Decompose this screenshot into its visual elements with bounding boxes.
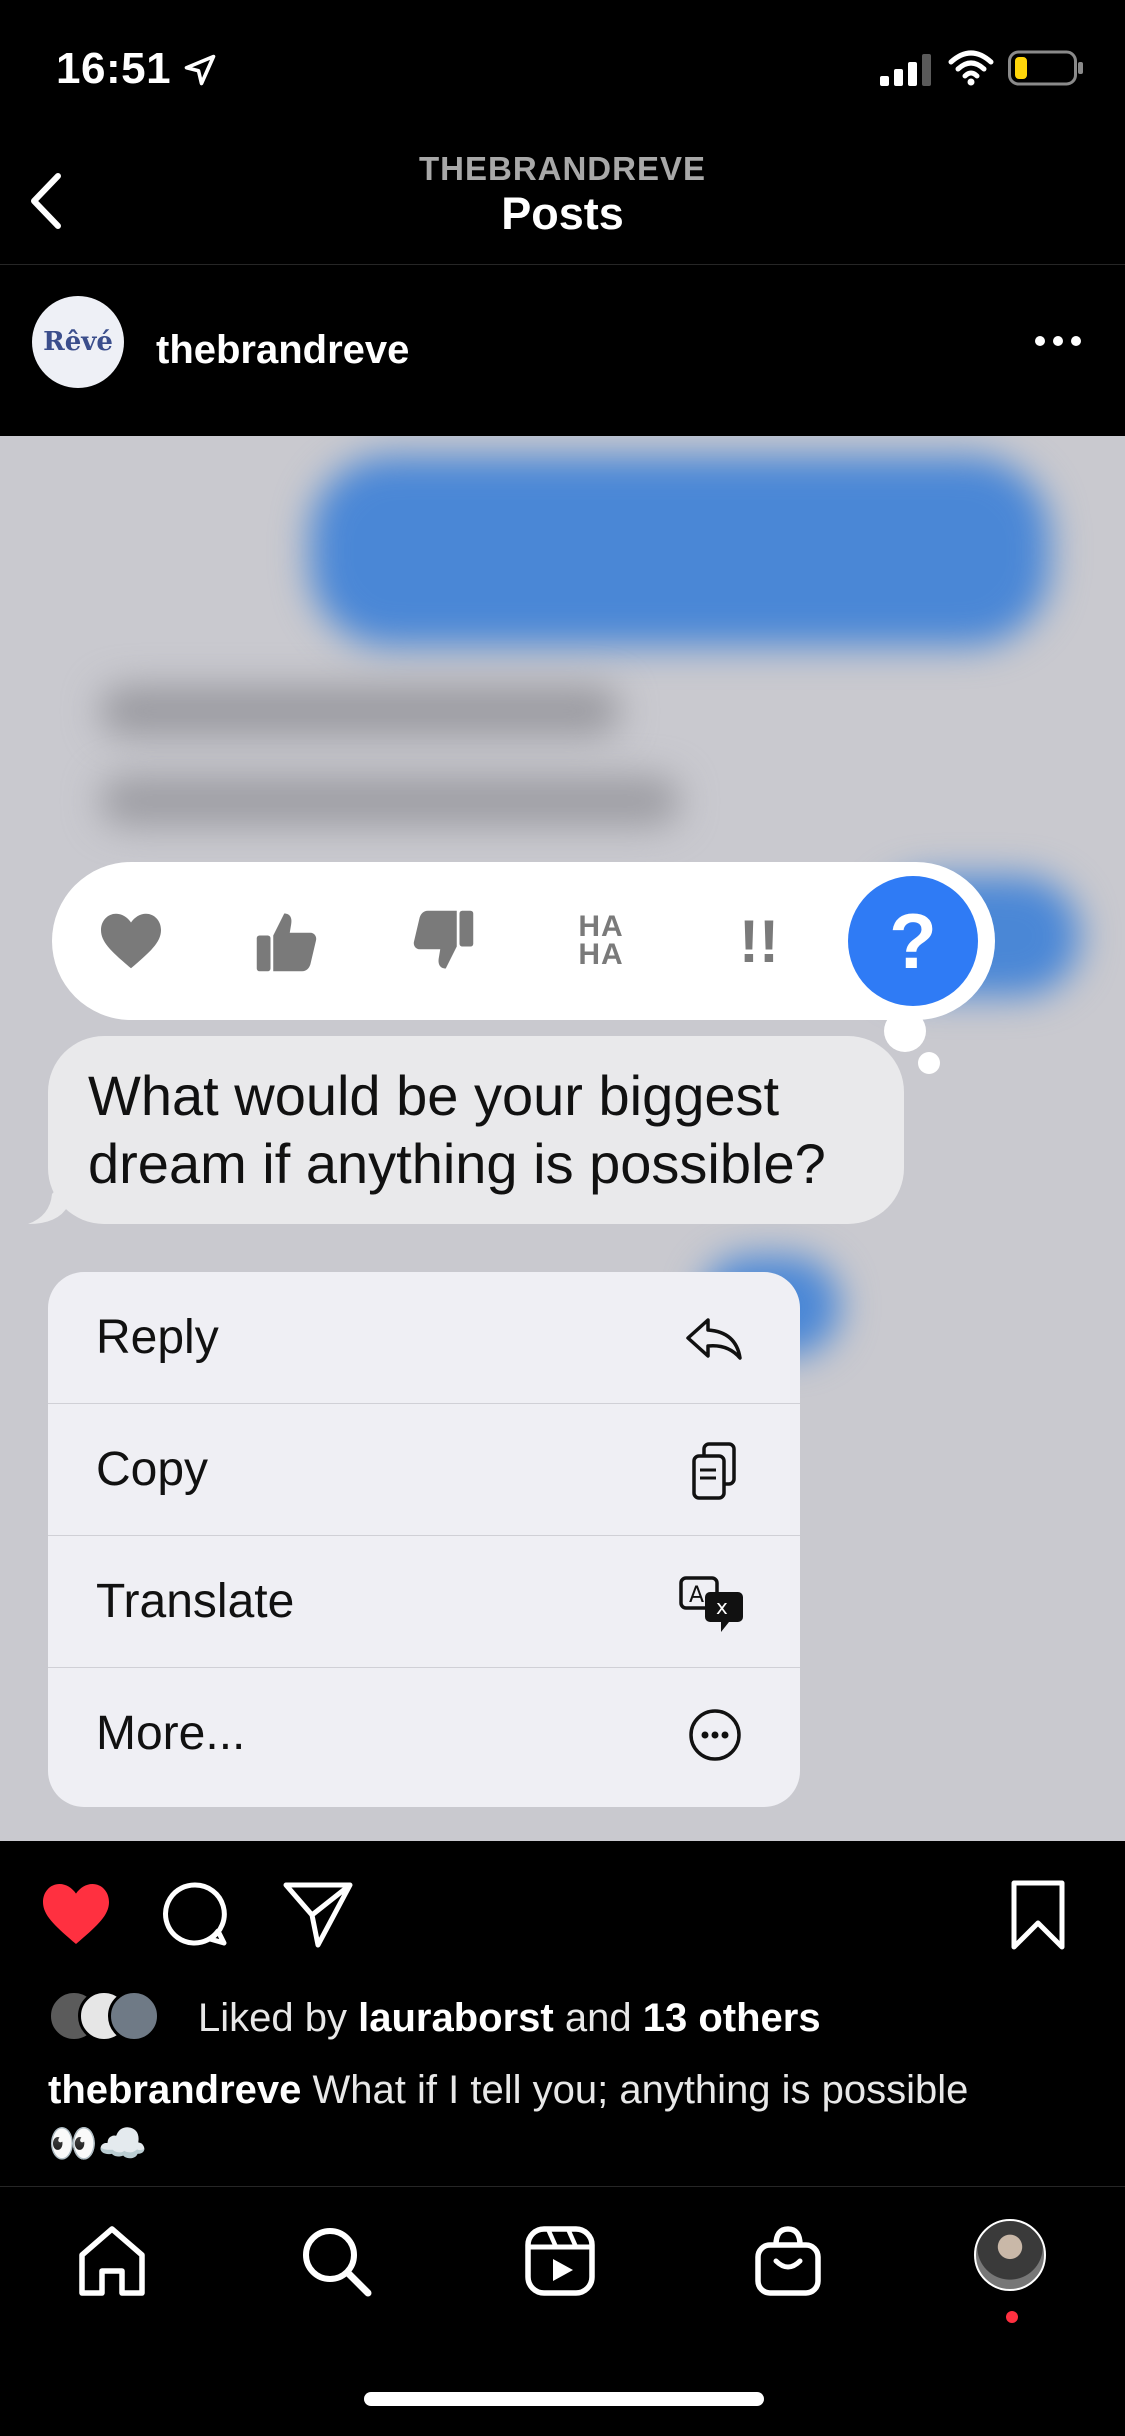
thumbs-down-reaction[interactable]	[400, 898, 486, 984]
heart-icon	[101, 913, 161, 969]
blurred-text-line	[100, 686, 620, 736]
profile-avatar[interactable]	[974, 2219, 1046, 2291]
liker-username[interactable]: lauraborst	[358, 1996, 554, 2040]
caption-emojis: 👀☁️	[48, 2122, 148, 2167]
page-title: Posts	[501, 188, 624, 239]
haha-icon: HA HA	[578, 910, 624, 971]
post-actions	[0, 1841, 1125, 1981]
status-time: 16:51	[56, 44, 172, 93]
wifi-icon	[948, 50, 994, 86]
bottom-tab-bar	[0, 2187, 1125, 2337]
avatar-logo-text: Rêvé	[43, 327, 113, 357]
shop-bag-icon[interactable]	[750, 2223, 826, 2299]
thumbs-up-icon	[256, 913, 317, 972]
translate-icon: A x	[679, 1576, 743, 1632]
heart-reaction[interactable]	[88, 898, 174, 984]
status-bar: 16:51	[0, 0, 1125, 140]
post-caption: thebrandreve What if I tell you; anythin…	[48, 2064, 1088, 2170]
header-username: THEBRANDREVE	[418, 150, 707, 187]
message-line: What would be your biggest	[88, 1064, 780, 1127]
caption-author[interactable]: thebrandreve	[48, 2068, 301, 2112]
like-heart-icon[interactable]	[40, 1881, 112, 1947]
thumbs-down-icon	[413, 910, 474, 969]
likes-text: Liked by lauraborst and 13 others	[198, 1996, 821, 2041]
thought-bubble-dot	[918, 1052, 940, 1074]
exclamation-reaction[interactable]: !!	[716, 898, 802, 984]
search-icon[interactable]	[298, 2223, 374, 2299]
tapback-reaction-bar: HA HA !! ?	[52, 862, 995, 1020]
thumbs-up-reaction[interactable]	[244, 898, 330, 984]
share-send-icon[interactable]	[282, 1879, 354, 1949]
author-username[interactable]: thebrandreve	[156, 328, 409, 373]
message-bubble[interactable]: What would be your biggest dream if anyt…	[48, 1036, 904, 1224]
question-reaction-selected[interactable]: ?	[848, 876, 978, 1006]
bookmark-icon[interactable]	[1006, 1879, 1070, 1951]
more-icon	[689, 1709, 741, 1761]
haha-reaction[interactable]: HA HA	[558, 898, 644, 984]
double-exclamation-icon: !!	[739, 907, 779, 975]
question-mark-icon: ?	[889, 896, 937, 985]
blurred-bubble	[310, 456, 1050, 646]
location-arrow-icon	[184, 54, 216, 86]
svg-text:x: x	[716, 1595, 728, 1619]
menu-item-translate[interactable]: Translate A x	[48, 1536, 800, 1668]
haha-line: HA	[578, 910, 624, 943]
menu-item-label: More...	[96, 1707, 246, 1760]
thought-bubble-dot	[884, 1010, 926, 1052]
top-header: THEBRANDREVE Posts	[0, 140, 1125, 265]
menu-item-label: Copy	[96, 1443, 209, 1496]
battery-icon	[1008, 50, 1083, 86]
signal-icon	[880, 54, 931, 86]
menu-item-more[interactable]: More...	[48, 1668, 800, 1800]
haha-line: HA	[578, 938, 624, 971]
likes-joiner: and	[564, 1996, 632, 2040]
likes-others-count[interactable]: 13 others	[643, 1996, 821, 2040]
likes-summary[interactable]: Liked by lauraborst and 13 others	[48, 1990, 1108, 2046]
svg-text:A: A	[689, 1583, 704, 1608]
copy-icon	[692, 1442, 736, 1500]
menu-item-reply[interactable]: Reply	[48, 1272, 800, 1404]
post-author-row: Rêvé thebrandreve	[0, 266, 1125, 436]
menu-item-copy[interactable]: Copy	[48, 1404, 800, 1536]
reels-icon[interactable]	[522, 2223, 598, 2299]
notification-dot	[1006, 2311, 1018, 2323]
menu-item-label: Translate	[96, 1575, 295, 1628]
likes-prefix: Liked by	[198, 1996, 347, 2040]
home-indicator[interactable]	[364, 2392, 764, 2406]
context-menu: Reply Copy Translate A x More...	[48, 1272, 800, 1807]
caption-text: What if I tell you; anything is possible	[312, 2068, 969, 2112]
more-options-icon[interactable]	[1030, 326, 1086, 356]
message-line: dream if anything is possible?	[88, 1132, 826, 1195]
post-image[interactable]: HA HA !! ? What would be your biggest dr…	[0, 436, 1125, 1841]
author-avatar[interactable]: Rêvé	[32, 296, 124, 388]
blurred-text-line	[100, 776, 680, 826]
comment-icon[interactable]	[160, 1879, 230, 1949]
reply-icon	[686, 1318, 742, 1360]
home-icon[interactable]	[74, 2223, 150, 2299]
liker-avatar	[108, 1990, 160, 2042]
menu-item-label: Reply	[96, 1311, 219, 1364]
